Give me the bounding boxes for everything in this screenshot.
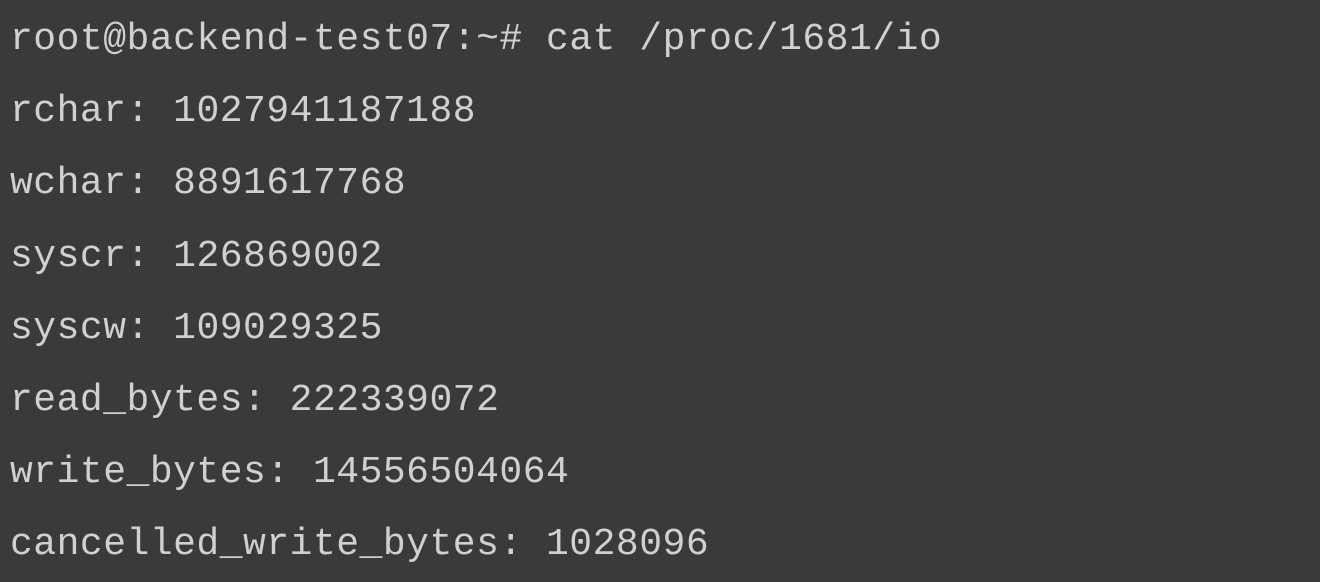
prompt-user: root [10,18,103,61]
syscr-label: syscr: [10,235,150,278]
syscr-value: 126869002 [173,235,383,278]
wchar-value: 8891617768 [173,162,406,205]
output-wchar: wchar: 8891617768 [10,148,1310,220]
cancelled-write-bytes-label: cancelled_write_bytes: [10,523,523,566]
wchar-label: wchar: [10,162,150,205]
write-bytes-label: write_bytes: [10,451,290,494]
prompt-line: root@backend-test07:~# cat /proc/1681/io [10,4,1310,76]
read-bytes-value: 222339072 [290,379,500,422]
rchar-label: rchar: [10,90,150,133]
read-bytes-label: read_bytes: [10,379,266,422]
rchar-value: 1027941187188 [173,90,476,133]
command-text: cat /proc/1681/io [546,18,942,61]
syscw-label: syscw: [10,307,150,350]
syscw-value: 109029325 [173,307,383,350]
output-syscw: syscw: 109029325 [10,293,1310,365]
output-cancelled-write-bytes: cancelled_write_bytes: 1028096 [10,509,1310,581]
output-syscr: syscr: 126869002 [10,221,1310,293]
prompt-path: ~ [476,18,499,61]
output-read-bytes: read_bytes: 222339072 [10,365,1310,437]
cancelled-write-bytes-value: 1028096 [546,523,709,566]
prompt-host: backend-test07 [127,18,453,61]
output-rchar: rchar: 1027941187188 [10,76,1310,148]
write-bytes-value: 14556504064 [313,451,569,494]
prompt-symbol: # [499,18,522,61]
output-write-bytes: write_bytes: 14556504064 [10,437,1310,509]
terminal-output[interactable]: root@backend-test07:~# cat /proc/1681/io… [10,4,1310,582]
